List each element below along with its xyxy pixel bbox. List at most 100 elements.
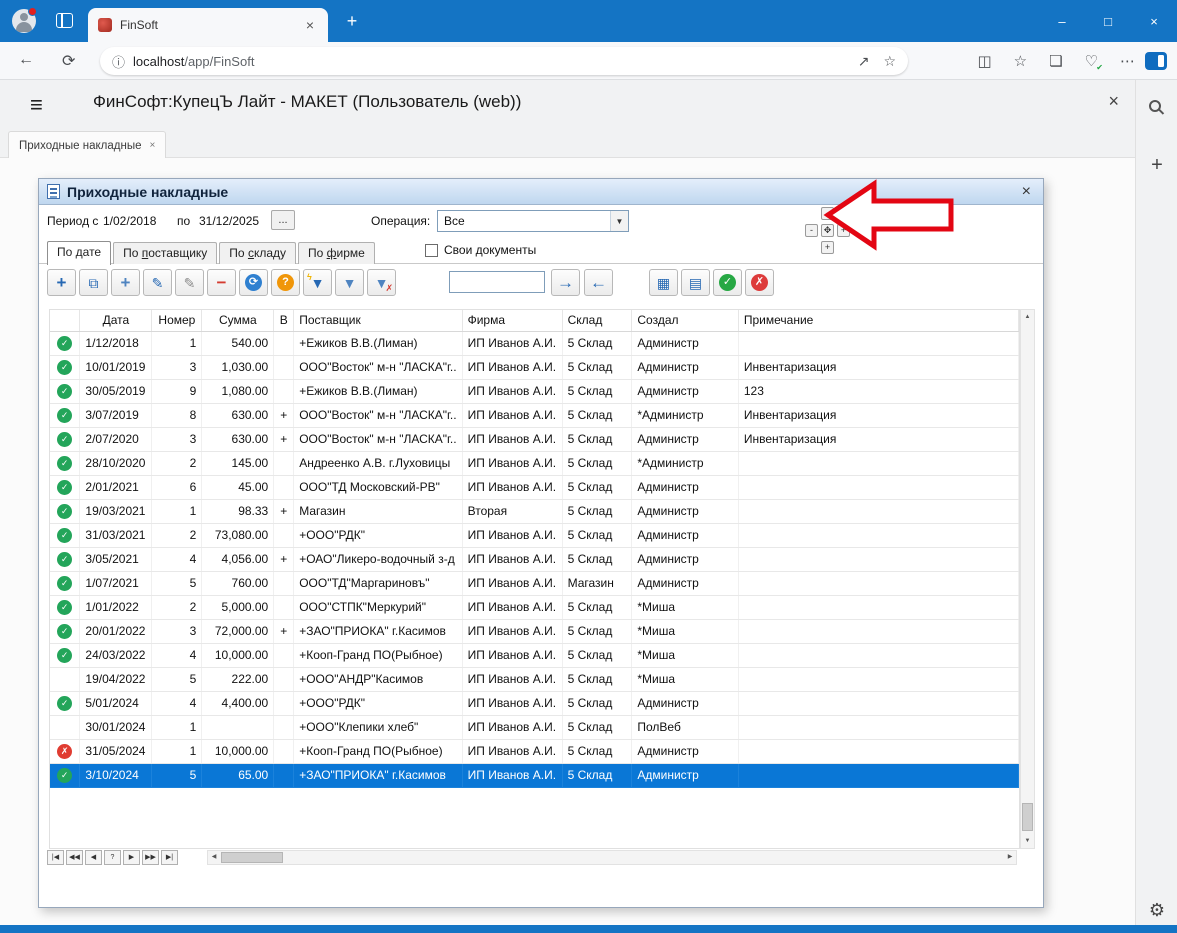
pager-button-6[interactable]: ▶| xyxy=(161,850,178,865)
filter-clear-button[interactable]: ▼✗ xyxy=(367,269,396,296)
dialog-tab-3[interactable]: По фирме xyxy=(298,242,375,264)
dialog-tab-2[interactable]: По складу xyxy=(219,242,296,264)
go-forward-button[interactable]: → xyxy=(551,269,580,296)
favorites-hub-icon[interactable]: ☆ xyxy=(1014,52,1027,70)
add-copy-button[interactable]: + xyxy=(111,269,140,296)
vertical-scrollbar[interactable]: ▲ ▼ xyxy=(1020,309,1035,849)
pager-button-2[interactable]: ◀ xyxy=(85,850,102,865)
copilot-sidebar-icon[interactable] xyxy=(1145,52,1167,70)
app-close-icon[interactable]: × xyxy=(1108,91,1119,112)
page-tab-close-icon[interactable]: × xyxy=(150,140,156,151)
add-button[interactable]: + xyxy=(47,269,76,296)
filter-button[interactable]: ▼ xyxy=(335,269,364,296)
edit-alt-button[interactable]: ✎ xyxy=(175,269,204,296)
pager-button-5[interactable]: ▶▶ xyxy=(142,850,159,865)
table-row[interactable]: ✓3/07/20198630.00+ООО"Восток" м-н "ЛАСКА… xyxy=(50,403,1019,427)
horizontal-scrollbar[interactable]: ◀ ▶ xyxy=(207,850,1017,865)
copy-button[interactable]: ⧉ xyxy=(79,269,108,296)
page-tools-icon[interactable]: ↗ xyxy=(858,53,870,70)
dialog-close-icon[interactable]: × xyxy=(1018,183,1035,201)
column-header[interactable]: Номер xyxy=(152,310,202,331)
refresh-button[interactable]: ⟳ xyxy=(239,269,268,296)
scroll-up-icon[interactable]: ▲ xyxy=(1021,310,1034,324)
minimize-button[interactable]: – xyxy=(1039,0,1085,42)
table-row[interactable]: ✓2/07/20203630.00+ООО"Восток" м-н "ЛАСКА… xyxy=(50,427,1019,451)
operation-select[interactable]: Все ▼ xyxy=(437,210,629,232)
filter-quick-button[interactable]: ▼ϟ xyxy=(303,269,332,296)
table-row[interactable]: ✓19/03/2021198.33+МагазинВторая5 СкладАд… xyxy=(50,499,1019,523)
own-docs-checkbox[interactable] xyxy=(425,244,438,257)
pager-button-4[interactable]: ▶ xyxy=(123,850,140,865)
table-row[interactable]: ✓28/10/20202145.00Андреенко А.В. г.Лухов… xyxy=(50,451,1019,475)
site-info-icon[interactable]: ⓘ xyxy=(112,52,125,71)
table-row[interactable]: ✓3/10/2024565.00+ЗАО"ПРИОКА" г.КасимовИП… xyxy=(50,763,1019,787)
help-button[interactable]: ? xyxy=(271,269,300,296)
search-icon[interactable] xyxy=(1149,100,1161,112)
column-header[interactable]: Поставщик xyxy=(294,310,462,331)
table-row[interactable]: ✓5/01/202444,400.00+ООО"РДК"ИП Иванов А.… xyxy=(50,691,1019,715)
table-row[interactable]: ✓1/12/20181540.00+Ежиков В.В.(Лиман)ИП И… xyxy=(50,331,1019,355)
column-header[interactable]: Фирма xyxy=(462,310,562,331)
shrink-horizontal-button[interactable]: - xyxy=(805,224,818,237)
column-header[interactable]: Склад xyxy=(562,310,632,331)
export-table-button[interactable]: ▦ xyxy=(649,269,678,296)
table-row[interactable]: 19/04/20225222.00+ООО"АНДР"КасимовИП Ива… xyxy=(50,667,1019,691)
vertical-scroll-thumb[interactable] xyxy=(1022,803,1033,831)
dialog-tab-0[interactable]: По дате xyxy=(47,241,111,265)
table-row[interactable]: ✓2/01/2021645.00ООО"ТД Московский-РВ"ИП … xyxy=(50,475,1019,499)
favorite-star-icon[interactable]: ☆ xyxy=(883,53,896,70)
table-row[interactable]: ✓24/03/2022410,000.00+Кооп-Гранд ПО(Рыбн… xyxy=(50,643,1019,667)
table-row[interactable]: ✓1/07/20215760.00ООО"ТД"Маргариновъ"ИП И… xyxy=(50,571,1019,595)
browser-essentials-icon[interactable]: ♡✔ xyxy=(1085,52,1098,70)
gear-icon[interactable]: ⚙ xyxy=(1136,900,1177,921)
column-header-status[interactable] xyxy=(50,310,80,331)
dropdown-arrow-icon[interactable]: ▼ xyxy=(610,211,628,231)
collections-icon[interactable]: ❏ xyxy=(1049,52,1062,70)
print-button[interactable]: ▤ xyxy=(681,269,710,296)
scroll-down-icon[interactable]: ▼ xyxy=(1021,834,1034,848)
column-header[interactable]: Создал xyxy=(632,310,739,331)
pager-button-3[interactable]: ? xyxy=(104,850,121,865)
go-back-button[interactable]: ← xyxy=(584,269,613,296)
sidebar-add-icon[interactable]: + xyxy=(1136,154,1177,177)
close-button[interactable]: × xyxy=(1131,0,1177,42)
table-row[interactable]: ✓20/01/2022372,000.00++ЗАО"ПРИОКА" г.Кас… xyxy=(50,619,1019,643)
column-header[interactable]: Дата xyxy=(80,310,152,331)
table-row[interactable]: ✓10/01/201931,030.00ООО"Восток" м-н "ЛАС… xyxy=(50,355,1019,379)
period-to-field[interactable]: 31/12/2025 xyxy=(199,214,259,228)
scroll-left-icon[interactable]: ◀ xyxy=(208,851,220,864)
back-icon[interactable]: ← xyxy=(18,51,34,69)
workspaces-icon[interactable] xyxy=(56,13,73,28)
hamburger-menu-icon[interactable]: ≡ xyxy=(30,92,43,118)
page-tab[interactable]: Приходные накладные × xyxy=(8,131,166,159)
split-screen-icon[interactable]: ◫ xyxy=(977,52,991,70)
table-row[interactable]: ✓1/01/202225,000.00ООО"СТПК"Меркурий"ИП … xyxy=(50,595,1019,619)
cancel-button[interactable]: ✗ xyxy=(745,269,774,296)
column-header[interactable]: Сумма xyxy=(202,310,274,331)
column-header[interactable]: В xyxy=(274,310,294,331)
quick-search-input[interactable] xyxy=(449,271,545,293)
address-bar[interactable]: ⓘ localhost/app/FinSoft ↗ ☆ xyxy=(100,47,908,75)
delete-button[interactable]: − xyxy=(207,269,236,296)
edit-button[interactable]: ✎ xyxy=(143,269,172,296)
column-header[interactable]: Примечание xyxy=(738,310,1018,331)
refresh-icon[interactable]: ⟳ xyxy=(62,51,75,71)
period-more-button[interactable]: ... xyxy=(271,210,295,230)
settings-more-icon[interactable]: ⋯ xyxy=(1120,52,1135,70)
pager-button-1[interactable]: ◀◀ xyxy=(66,850,83,865)
confirm-button[interactable]: ✓ xyxy=(713,269,742,296)
own-docs-checkbox-row[interactable]: Свои документы xyxy=(425,243,536,257)
dialog-tab-1[interactable]: По поставщику xyxy=(113,242,217,264)
pager-button-0[interactable]: |◀ xyxy=(47,850,64,865)
table-row[interactable]: ✓31/03/2021273,080.00+ООО"РДК"ИП Иванов … xyxy=(50,523,1019,547)
period-from-field[interactable]: 1/02/2018 xyxy=(103,214,156,228)
horizontal-scroll-thumb[interactable] xyxy=(221,852,283,863)
table-row[interactable]: ✓3/05/202144,056.00++ОАО"Ликеро-водочный… xyxy=(50,547,1019,571)
new-tab-button[interactable]: + xyxy=(340,10,364,32)
table-row[interactable]: ✗31/05/2024110,000.00+Кооп-Гранд ПО(Рыбн… xyxy=(50,739,1019,763)
scroll-right-icon[interactable]: ▶ xyxy=(1004,851,1016,864)
table-row[interactable]: ✓30/05/201991,080.00+Ежиков В.В.(Лиман)И… xyxy=(50,379,1019,403)
table-row[interactable]: 30/01/20241+ООО"Клепики хлеб"ИП Иванов А… xyxy=(50,715,1019,739)
maximize-button[interactable]: □ xyxy=(1085,0,1131,42)
tab-close-icon[interactable]: × xyxy=(302,17,318,33)
